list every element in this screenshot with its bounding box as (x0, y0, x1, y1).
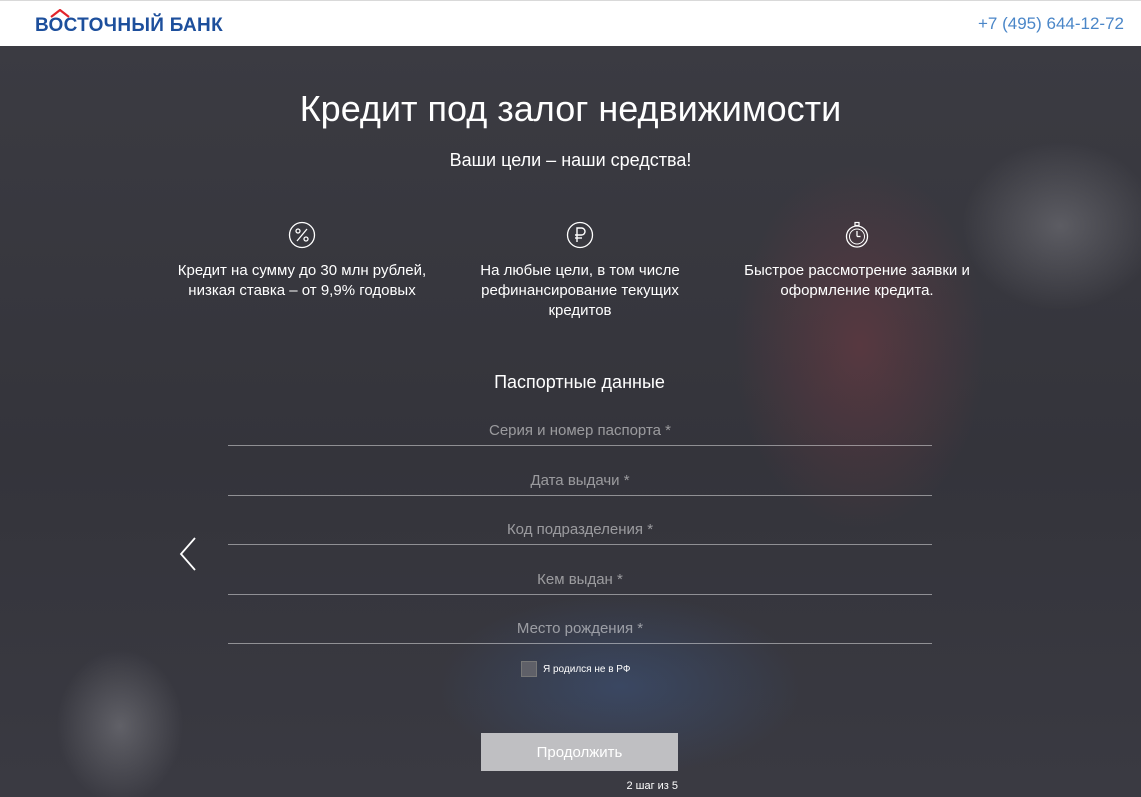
feature-text-line: низкая ставка – от 9,9% годовых (188, 282, 416, 299)
site-header: ВОСТОЧНЫЙ БАНК +7 (495) 644-12-72 (0, 0, 1141, 46)
feature-speed: Быстрое рассмотрение заявки и оформление… (717, 221, 997, 301)
feature-text-line: На любые цели, в том числе (480, 262, 680, 279)
page-title: Кредит под залог недвижимости (299, 88, 842, 129)
born-outside-rf-option[interactable]: Я родился не в РФ (521, 660, 630, 678)
page-subtitle: Ваши цели – наши средства! (449, 150, 692, 170)
ruble-icon (566, 221, 594, 249)
born-outside-rf-checkbox[interactable] (521, 661, 537, 677)
division-code-field (228, 515, 932, 545)
back-arrow-icon[interactable] (178, 536, 198, 572)
passport-number-field (228, 416, 932, 446)
feature-text-line: Быстрое рассмотрение заявки и (744, 262, 970, 279)
continue-button[interactable]: Продолжить (481, 733, 678, 771)
issue-date-field (228, 466, 932, 496)
born-outside-rf-label: Я родился не в РФ (543, 663, 631, 675)
logo-text: ВОСТОЧНЫЙ БАНК (35, 15, 223, 36)
feature-text-line: рефинансирование текущих (481, 282, 679, 299)
birthplace-input[interactable] (228, 614, 932, 642)
issued-by-input[interactable] (228, 565, 932, 593)
hero-section: Кредит под залог недвижимости Ваши цели … (0, 46, 1141, 797)
feature-text-line: Кредит на сумму до 30 млн рублей, (177, 262, 427, 279)
issued-by-field (228, 565, 932, 595)
form-title: Паспортные данные (494, 372, 665, 392)
step-indicator: 2 шаг из 5 (626, 780, 678, 792)
issue-date-input[interactable] (228, 466, 932, 494)
feature-purpose: На любые цели, в том числе рефинансирова… (440, 221, 720, 321)
division-code-input[interactable] (228, 515, 932, 543)
logo-roof-icon (50, 9, 70, 18)
bank-logo[interactable]: ВОСТОЧНЫЙ БАНК (35, 15, 223, 37)
feature-amount: Кредит на сумму до 30 млн рублей, низкая… (162, 221, 442, 301)
percent-icon (288, 221, 316, 249)
feature-text-line: оформление кредита. (780, 282, 934, 299)
stopwatch-icon (845, 221, 869, 248)
feature-text-line: кредитов (548, 302, 612, 319)
birthplace-field (228, 614, 932, 644)
passport-number-input[interactable] (228, 416, 932, 444)
phone-number[interactable]: +7 (495) 644-12-72 (978, 14, 1124, 34)
